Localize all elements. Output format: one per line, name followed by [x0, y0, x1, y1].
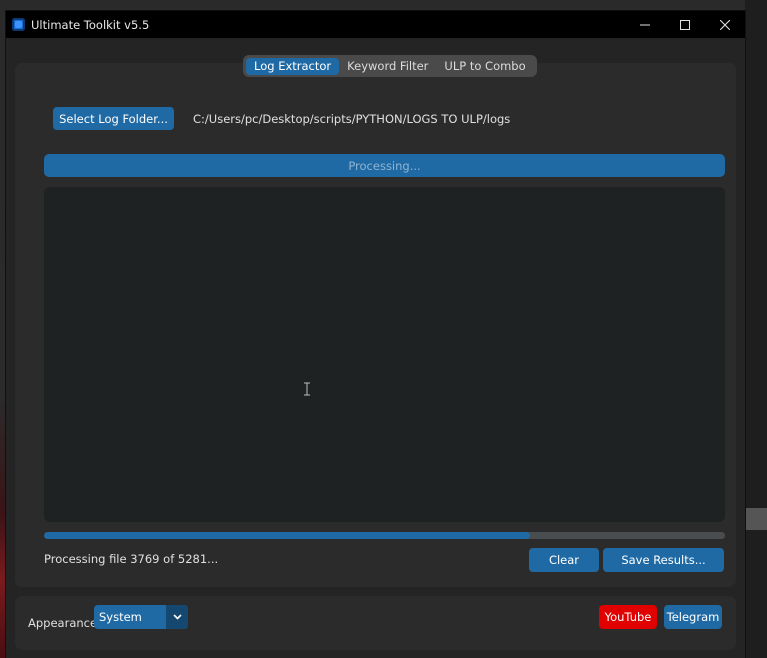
- footer-panel: Appearance: System YouTube Telegram: [15, 596, 736, 650]
- maximize-icon: [680, 19, 690, 30]
- status-text: Processing file 3769 of 5281...: [44, 552, 219, 566]
- text-cursor-icon: [304, 382, 310, 396]
- tab-keyword-filter[interactable]: Keyword Filter: [339, 58, 436, 75]
- tab-ulp-to-combo[interactable]: ULP to Combo: [436, 58, 533, 75]
- maximize-button[interactable]: [665, 11, 705, 38]
- progress-bar: [44, 532, 725, 539]
- select-log-folder-button[interactable]: Select Log Folder...: [53, 107, 174, 130]
- folder-path-label: C:/Users/pc/Desktop/scripts/PYTHON/LOGS …: [193, 112, 511, 126]
- app-icon: [12, 18, 25, 31]
- tab-log-extractor[interactable]: Log Extractor: [246, 57, 340, 75]
- tab-bar: Log Extractor Keyword Filter ULP to Comb…: [243, 55, 537, 77]
- youtube-button[interactable]: YouTube: [599, 605, 657, 629]
- minimize-icon: [640, 24, 650, 25]
- dropdown-arrow-button[interactable]: [166, 605, 188, 629]
- save-results-button[interactable]: Save Results...: [603, 548, 724, 572]
- appearance-dropdown[interactable]: System: [94, 605, 188, 629]
- window-title: Ultimate Toolkit v5.5: [31, 17, 150, 32]
- main-panel: Select Log Folder... C:/Users/pc/Desktop…: [15, 63, 736, 587]
- window-controls: [625, 11, 745, 38]
- app-window: Ultimate Toolkit v5.5 Select Log Folder.…: [6, 11, 745, 658]
- close-icon: [720, 19, 730, 30]
- desktop-right-widget: [745, 508, 767, 530]
- processing-status-bar: Processing...: [44, 154, 725, 177]
- appearance-label: Appearance:: [28, 616, 101, 630]
- chevron-down-icon: [172, 614, 182, 620]
- telegram-button[interactable]: Telegram: [664, 605, 722, 629]
- results-textbox[interactable]: [44, 187, 725, 522]
- desktop-right-strip: [745, 0, 767, 658]
- progress-bar-fill: [44, 532, 531, 539]
- close-button[interactable]: [705, 11, 745, 38]
- appearance-value: System: [99, 610, 142, 624]
- title-bar[interactable]: Ultimate Toolkit v5.5: [6, 11, 745, 38]
- clear-button[interactable]: Clear: [529, 548, 599, 572]
- minimize-button[interactable]: [625, 11, 665, 38]
